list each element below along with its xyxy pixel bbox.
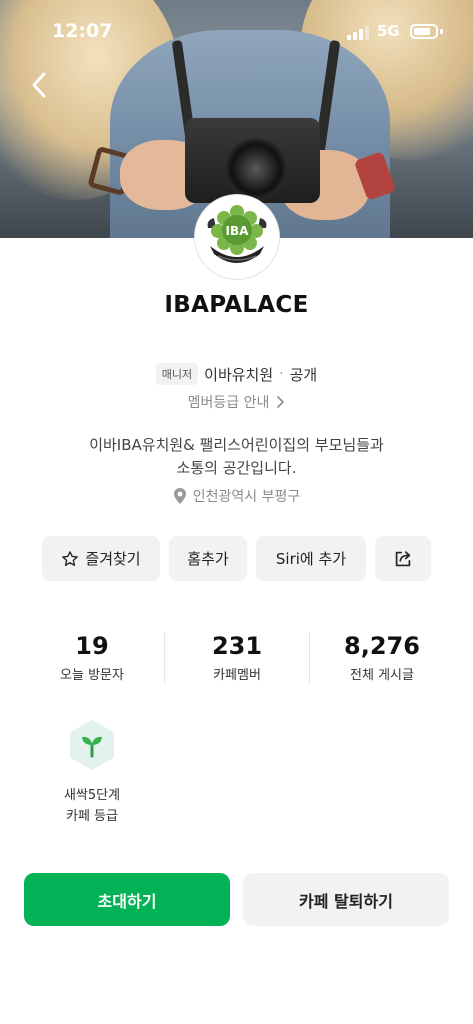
role-badge: 매니저 [155, 363, 199, 385]
manager-row: 매니저 이바유치원 · 공개 [0, 363, 473, 385]
members-stat[interactable]: 231 카페멤버 [167, 632, 307, 683]
location-label: 인천광역시 부평구 [192, 489, 301, 505]
invite-label: 초대하기 [97, 891, 157, 911]
cafe-level[interactable]: 새싹5단계 카페 등급 [52, 718, 132, 824]
battery-nub [440, 29, 443, 34]
manager-name[interactable]: 이바유치원 [204, 364, 273, 385]
cafe-avatar: IBA [195, 195, 279, 279]
leave-cafe-label: 카페 탈퇴하기 [299, 891, 393, 911]
level-name: 새싹5단계 [63, 788, 121, 803]
visitors-count: 19 [75, 632, 109, 660]
description-line-2: 소통의 공간입니다. [176, 459, 297, 477]
visibility-label: 공개 [289, 365, 318, 384]
stat-divider [164, 632, 165, 684]
cafe-stats: 19 오늘 방문자 231 카페멤버 8,276 전체 게시글 [0, 632, 473, 690]
battery-icon [410, 24, 443, 39]
invite-button[interactable]: 초대하기 [24, 873, 230, 926]
cafe-location: 인천광역시 부평구 [0, 486, 473, 506]
battery-fill [414, 28, 430, 35]
status-time: 12:07 [52, 20, 113, 42]
share-icon [395, 550, 411, 566]
network-label: 5G [377, 22, 400, 40]
sprout-icon [70, 720, 114, 770]
posts-count: 8,276 [344, 632, 420, 660]
location-pin-icon [173, 488, 186, 504]
add-home-button[interactable]: 홈추가 [169, 536, 247, 581]
leave-cafe-button[interactable]: 카페 탈퇴하기 [243, 873, 449, 926]
add-to-siri-label: Siri에 추가 [275, 550, 347, 568]
action-buttons: 즐겨찾기 홈추가 Siri에 추가 [0, 536, 473, 581]
member-grade-link[interactable]: 멤버등급 안내 [0, 392, 473, 412]
cafe-title: IBAPALACE [164, 292, 309, 318]
favorite-button[interactable]: 즐겨찾기 [42, 536, 160, 581]
description-line-1: 이바IBA유치원& 팰리스어린이집의 부모님들과 [89, 436, 384, 454]
visitors-label: 오늘 방문자 [60, 668, 124, 683]
visitors-stat: 19 오늘 방문자 [22, 632, 162, 683]
stat-divider [309, 632, 310, 684]
posts-label: 전체 게시글 [350, 668, 414, 683]
iba-logo-icon: IBA [199, 199, 275, 275]
star-icon [62, 550, 79, 566]
bottom-actions: 초대하기 카페 탈퇴하기 [0, 873, 473, 926]
member-grade-label: 멤버등급 안내 [187, 395, 270, 411]
status-bar: 12:07 5G [0, 0, 473, 60]
add-home-label: 홈추가 [187, 550, 229, 568]
favorite-label: 즐겨찾기 [85, 550, 141, 568]
svg-text:IBA: IBA [226, 224, 250, 238]
cafe-description: 이바IBA유치원& 팰리스어린이집의 부모님들과 소통의 공간입니다. [40, 434, 433, 480]
members-count: 231 [211, 632, 263, 660]
posts-stat[interactable]: 8,276 전체 게시글 [312, 632, 452, 683]
share-button[interactable] [375, 536, 431, 581]
members-label: 카페멤버 [213, 668, 261, 683]
separator: · [279, 366, 284, 382]
signal-icon [347, 26, 369, 40]
back-button[interactable] [26, 68, 56, 102]
cover-camera [185, 118, 320, 203]
camera-lens [225, 138, 287, 200]
level-caption: 카페 등급 [66, 809, 118, 824]
chevron-right-icon [277, 396, 285, 408]
chevron-left-icon [32, 72, 46, 98]
add-to-siri-button[interactable]: Siri에 추가 [256, 536, 366, 581]
